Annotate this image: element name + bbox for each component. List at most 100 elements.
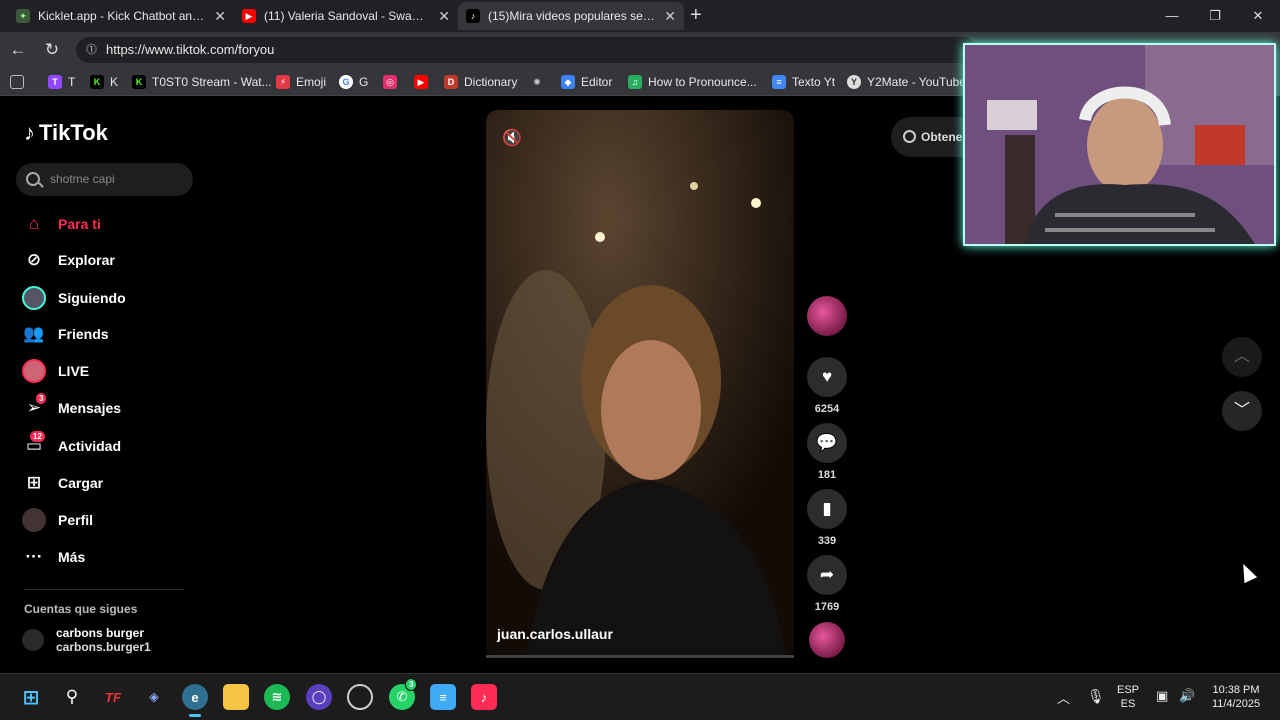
- site-info-icon[interactable]: ⓵: [86, 37, 97, 63]
- youtube-icon: ▶: [242, 9, 256, 23]
- tiktok-icon[interactable]: ♪: [471, 684, 497, 710]
- bookmark-label: Texto Yt: [792, 75, 836, 89]
- comment-icon[interactable]: 💬: [807, 423, 847, 463]
- close-tab-icon[interactable]: ✕: [438, 8, 450, 25]
- nav-mensajes[interactable]: ➢ 3 Mensajes: [22, 393, 121, 422]
- obs-icon[interactable]: [347, 684, 373, 710]
- browser-tab-youtube[interactable]: ▶ (11) Valeria Sandoval - Swagga, C ✕: [234, 2, 458, 30]
- heart-icon[interactable]: ♥: [807, 357, 847, 397]
- openai-icon: ✺: [533, 76, 541, 87]
- instagram-icon: ◎: [383, 75, 397, 89]
- edge-icon[interactable]: e: [182, 684, 208, 710]
- search-icon[interactable]: ⚲: [59, 684, 85, 710]
- bookmark-label: How to Pronounce...: [648, 75, 757, 89]
- nav-explorar[interactable]: ⊘ Explorar: [22, 246, 115, 274]
- app-icon[interactable]: ◈: [141, 684, 167, 710]
- profile-avatar-icon: [22, 508, 46, 532]
- close-window-button[interactable]: ✕: [1238, 4, 1278, 28]
- bookmark-item[interactable]: GG: [339, 74, 368, 90]
- browser-tab-tiktok[interactable]: ♪ (15)Mira videos populares selecci ✕: [458, 2, 684, 30]
- restore-button[interactable]: ❐: [1195, 4, 1235, 28]
- bookmark-icon[interactable]: ▮: [807, 489, 847, 529]
- google-icon: G: [339, 75, 353, 89]
- bookmark-item[interactable]: TT: [48, 74, 75, 90]
- folder-icon[interactable]: [223, 684, 249, 710]
- lang-top: ESP: [1117, 684, 1140, 696]
- spotify-icon[interactable]: ≋: [264, 684, 290, 710]
- clock[interactable]: 10:38 PM 11/4/2025: [1206, 684, 1266, 710]
- bookmark-item[interactable]: ◆ Editor: [561, 74, 612, 90]
- tab-search-icon[interactable]: [10, 74, 30, 90]
- close-tab-icon[interactable]: ✕: [664, 8, 676, 25]
- following-accounts-title: Cuentas que sigues: [24, 602, 138, 616]
- following-avatar-icon: [22, 286, 46, 310]
- following-account-item[interactable]: carbons burger carbons.burger1: [22, 626, 151, 654]
- avatar: [22, 629, 44, 651]
- microphone-icon[interactable]: 🎙: [1087, 688, 1105, 705]
- reload-icon[interactable]: ↻: [42, 40, 62, 60]
- muted-speaker-icon[interactable]: 🔇: [502, 128, 522, 148]
- search-icon: [26, 172, 40, 186]
- app-icon[interactable]: ◯: [306, 684, 332, 710]
- speaker-icon[interactable]: 🔊: [1179, 688, 1195, 704]
- save-count: 339: [817, 535, 837, 547]
- bookmark-item[interactable]: ◎: [383, 74, 403, 90]
- browser-tab-kicklet[interactable]: ✦ Kicklet.app - Kick Chatbot and Ov ✕: [8, 2, 234, 30]
- tiktok-icon: ♪: [466, 9, 480, 23]
- back-arrow-icon[interactable]: ←: [8, 40, 28, 60]
- creator-avatar[interactable]: [807, 296, 847, 336]
- nav-actividad[interactable]: ▭ 12 Actividad: [22, 431, 122, 460]
- bookmark-item[interactable]: ≡ Texto Yt: [772, 74, 835, 90]
- nav-perfil[interactable]: Perfil: [22, 506, 93, 534]
- nav-siguiendo[interactable]: Siguiendo: [22, 284, 126, 312]
- close-tab-icon[interactable]: ✕: [214, 8, 226, 25]
- whatsapp-badge: 3: [405, 678, 418, 691]
- comment-action[interactable]: 💬 181: [807, 423, 847, 481]
- like-action[interactable]: ♥ 6254: [807, 357, 847, 415]
- nav-live[interactable]: LIVE: [22, 357, 89, 385]
- nav-para-ti[interactable]: ⌂ Para ti: [22, 210, 101, 238]
- nav-label: LIVE: [58, 363, 90, 379]
- youtube-icon: ▶: [414, 75, 428, 89]
- messages-badge: 3: [36, 393, 47, 404]
- nav-friends[interactable]: 👥 Friends: [22, 320, 108, 348]
- video-player[interactable]: [486, 110, 794, 658]
- video-author[interactable]: juan.carlos.ullaur: [497, 626, 613, 642]
- minimize-button[interactable]: —: [1152, 4, 1192, 28]
- scroll-down-button[interactable]: ﹀: [1222, 391, 1262, 431]
- network-icon[interactable]: ▣: [1156, 688, 1168, 704]
- bookmark-item[interactable]: Y Y2Mate - YouTube: [847, 74, 966, 90]
- bookmark-item[interactable]: D Dictionary: [444, 74, 517, 90]
- bookmark-item[interactable]: ⚡ Emoji: [276, 74, 326, 90]
- bookmark-item[interactable]: ▶: [414, 74, 434, 90]
- share-icon[interactable]: ➦: [807, 555, 847, 595]
- bookmark-label: Editor: [581, 75, 613, 89]
- account-name: carbons burger: [56, 626, 145, 640]
- bookmark-item[interactable]: ♫ How to Pronounce...: [628, 74, 757, 90]
- language-indicator[interactable]: ESP ES: [1117, 684, 1139, 710]
- nav-label: Para ti: [58, 216, 101, 232]
- whatsapp-icon[interactable]: ✆ 3: [389, 678, 418, 710]
- nav-mas[interactable]: ··· Más: [22, 543, 86, 571]
- search-input[interactable]: shotme capi: [16, 163, 193, 196]
- notepad-icon[interactable]: ≡: [430, 684, 456, 710]
- music-disc-avatar[interactable]: [809, 622, 845, 658]
- bookmark-item[interactable]: K T0ST0 Stream - Wat...: [132, 74, 272, 90]
- compass-icon: ⊘: [26, 250, 42, 269]
- tf-icon[interactable]: TF: [100, 684, 126, 710]
- windows-start-icon[interactable]: ⊞: [18, 684, 44, 710]
- address-bar[interactable]: ⓵ https://www.tiktok.com/foryou: [76, 37, 976, 63]
- save-action[interactable]: ▮ 339: [807, 489, 847, 547]
- webcam-overlay: [963, 43, 1276, 246]
- bookmark-item[interactable]: KK: [90, 74, 118, 90]
- dictionary-icon: D: [444, 75, 458, 89]
- scroll-up-button[interactable]: ︿: [1222, 337, 1262, 377]
- chevron-up-icon[interactable]: ︿: [1057, 688, 1070, 707]
- nav-label: Actividad: [58, 438, 122, 454]
- bookmark-item[interactable]: ✺: [530, 74, 550, 90]
- tiktok-logo[interactable]: ♪ TikTok: [24, 120, 108, 146]
- video-progress-bar[interactable]: [486, 655, 794, 658]
- new-tab-button[interactable]: +: [690, 4, 702, 27]
- nav-cargar[interactable]: ⊞ Cargar: [22, 469, 103, 497]
- share-action[interactable]: ➦ 1769: [807, 555, 847, 613]
